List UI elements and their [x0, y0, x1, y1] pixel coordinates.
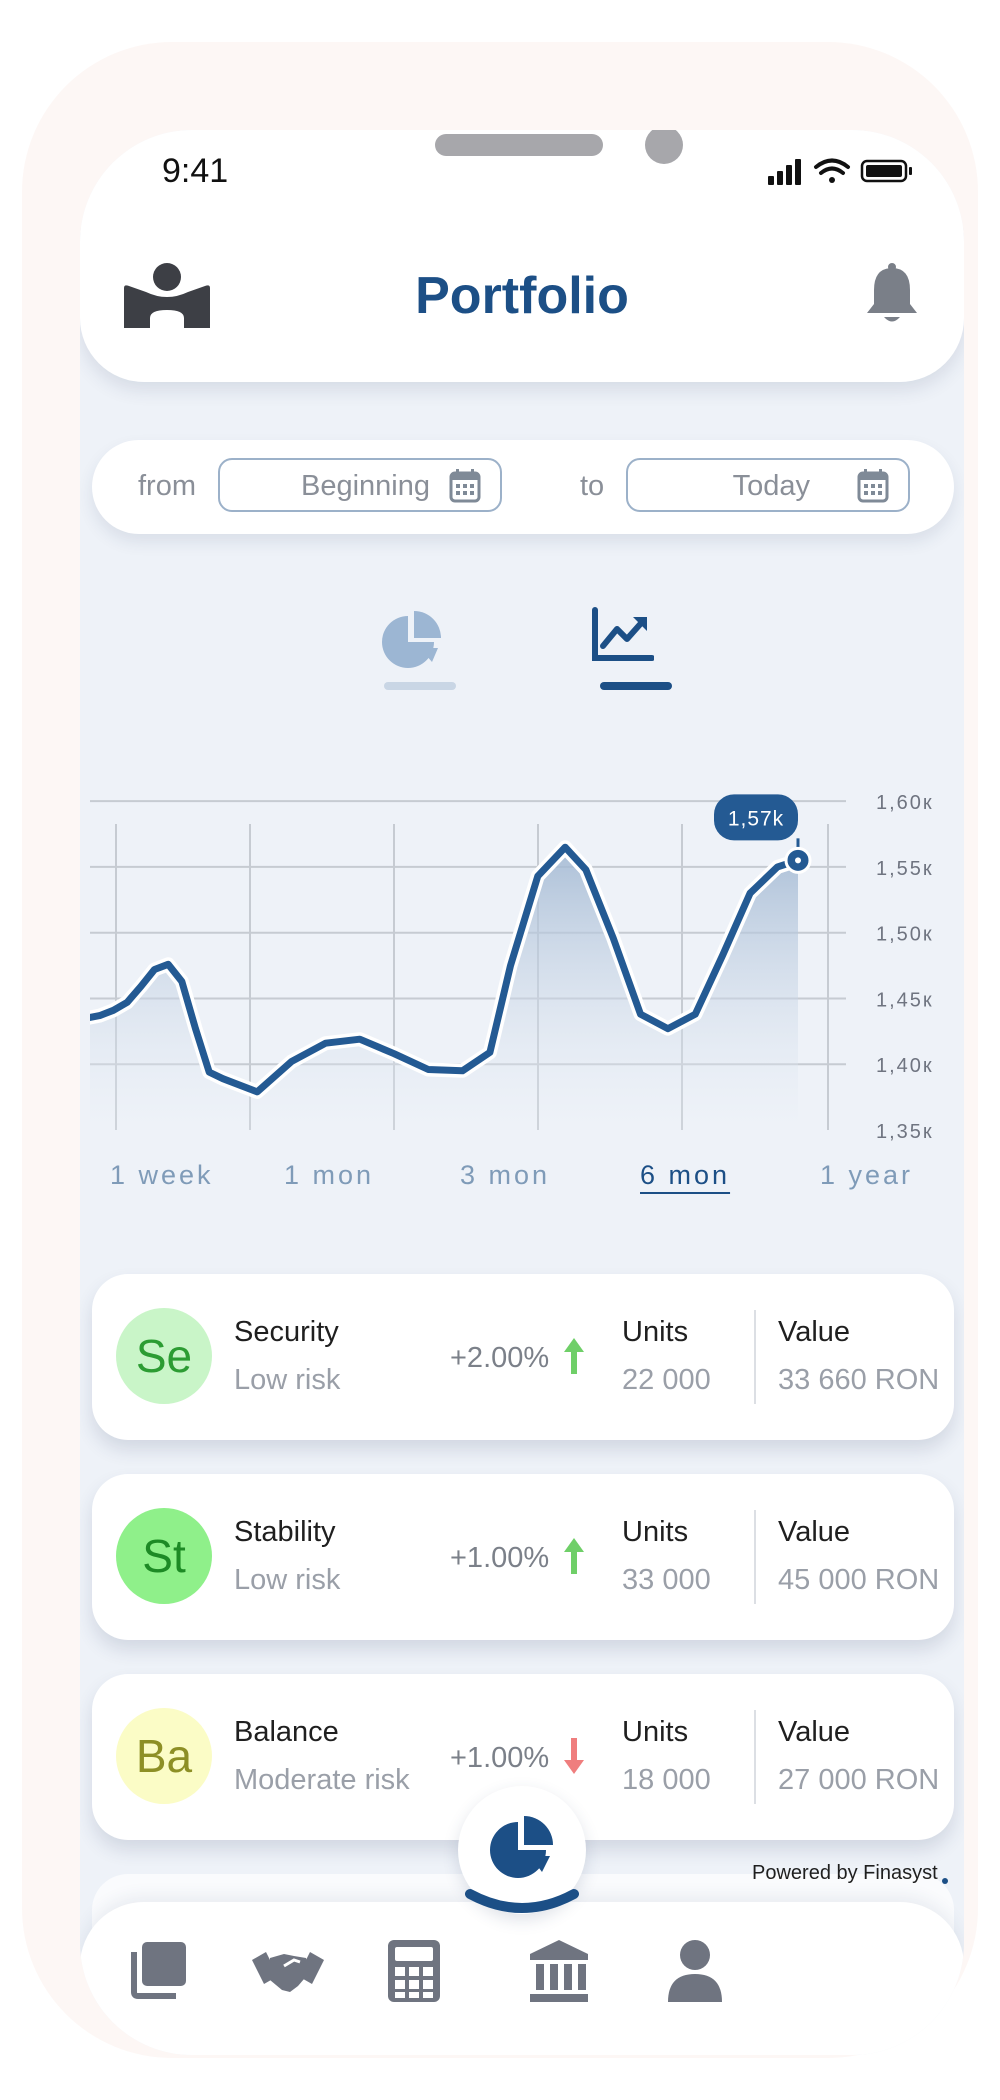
pie-chart-toggle[interactable]	[380, 608, 444, 677]
y-tick-label: 1,50к	[876, 924, 934, 946]
fund-card[interactable]: St Stability Low risk +1.00% Units 33 000 Valu…	[92, 1474, 954, 1640]
card-divider	[754, 1510, 756, 1604]
value-callout-label: 1,57k	[728, 807, 784, 830]
period-option[interactable]: 3 mon	[460, 1160, 550, 1191]
signal-icon	[768, 159, 801, 185]
period-option[interactable]: 1 mon	[284, 1160, 374, 1191]
fund-change: +1.00%	[450, 1542, 550, 1574]
speaker-notch	[435, 134, 603, 156]
fund-risk: Moderate risk	[234, 1764, 410, 1796]
fab-active-indicator	[464, 1886, 580, 1921]
fund-name: Balance	[234, 1716, 339, 1748]
y-tick-label: 1,60к	[876, 792, 934, 814]
header-bar: 9:41 Portfolio	[80, 130, 964, 382]
fund-avatar: St	[116, 1508, 212, 1604]
units-value: 22 000	[622, 1364, 711, 1396]
arrow-up-icon	[562, 1336, 586, 1381]
to-date-field[interactable]: Today	[626, 458, 910, 512]
calculator-icon[interactable]	[386, 1938, 442, 2009]
pie-chart-icon	[382, 611, 441, 668]
current-value-marker-center	[795, 857, 801, 864]
fund-change: +2.00%	[450, 1342, 550, 1374]
y-tick-label: 1,55к	[876, 858, 934, 880]
user-icon[interactable]	[666, 1938, 724, 2009]
fund-name: Security	[234, 1316, 339, 1348]
units-label: Units	[622, 1516, 689, 1548]
arrow-down-icon	[562, 1736, 586, 1781]
page-title: Portfolio	[415, 267, 629, 325]
fund-card[interactable]: Se Security Low risk +2.00% Units 22 000 Value…	[92, 1274, 954, 1440]
y-tick-label: 1,35к	[876, 1121, 934, 1143]
cards-icon[interactable]	[122, 1938, 192, 2013]
chart-area-fill	[90, 847, 798, 1130]
pie-chart-icon	[490, 1816, 553, 1878]
bottom-navigation	[80, 1902, 964, 2055]
value-label: Value	[778, 1716, 851, 1748]
status-time: 9:41	[162, 152, 229, 190]
fund-avatar: Se	[116, 1308, 212, 1404]
units-value: 18 000	[622, 1764, 711, 1796]
value-amount: 45 000 RON	[778, 1564, 940, 1596]
portfolio-chart: 1,35к1,40к1,45к1,50к1,55к1,60кOCTNOVDECJ…	[90, 792, 934, 1143]
brand-dot	[942, 1878, 948, 1884]
units-value: 33 000	[622, 1564, 711, 1596]
line-chart-toggle[interactable]	[590, 606, 655, 675]
from-date-value: Beginning	[301, 470, 430, 502]
wifi-icon	[814, 158, 850, 183]
powered-by-text: Powered by Finasyst	[752, 1862, 938, 1884]
card-divider	[754, 1710, 756, 1804]
camera-notch	[645, 130, 683, 164]
value-label: Value	[778, 1316, 851, 1348]
fund-risk: Low risk	[234, 1564, 341, 1596]
y-tick-label: 1,40к	[876, 1055, 934, 1077]
from-label: from	[138, 470, 196, 502]
app-screen: 9:41 Portfolio from Beginning to Today 1…	[80, 130, 964, 2055]
handshake-icon[interactable]	[250, 1946, 326, 2007]
line-chart-icon	[592, 607, 655, 661]
to-label: to	[580, 470, 605, 502]
period-option[interactable]: 1 week	[110, 1160, 214, 1191]
arrow-up-icon	[562, 1536, 586, 1581]
calendar-icon[interactable]	[448, 468, 482, 509]
value-amount: 27 000 RON	[778, 1764, 940, 1796]
fund-risk: Low risk	[234, 1364, 341, 1396]
status-icons	[768, 156, 928, 191]
calendar-icon[interactable]	[856, 468, 890, 509]
date-range-bar: from Beginning to Today	[92, 440, 954, 534]
bank-icon[interactable]	[528, 1938, 590, 2009]
y-tick-label: 1,45к	[876, 989, 934, 1011]
period-option[interactable]: 1 year	[820, 1160, 913, 1191]
battery-icon	[860, 159, 912, 183]
fund-avatar: Ba	[116, 1708, 212, 1804]
units-label: Units	[622, 1716, 689, 1748]
from-date-field[interactable]: Beginning	[218, 458, 502, 512]
period-option[interactable]: 6 mon	[640, 1160, 730, 1191]
fund-name: Stability	[234, 1516, 336, 1548]
value-label: Value	[778, 1516, 851, 1548]
value-amount: 33 660 RON	[778, 1364, 940, 1396]
to-date-value: Today	[732, 470, 810, 502]
line-toggle-underline	[600, 682, 672, 690]
pie-toggle-underline	[384, 682, 456, 690]
period-selector: 1 week 1 mon 3 mon 6 mon 1 year	[80, 1160, 964, 1204]
card-divider	[754, 1310, 756, 1404]
fund-change: +1.00%	[450, 1742, 550, 1774]
bell-icon[interactable]	[862, 262, 922, 333]
units-label: Units	[622, 1316, 689, 1348]
device-frame: 9:41 Portfolio from Beginning to Today 1…	[22, 42, 978, 2058]
